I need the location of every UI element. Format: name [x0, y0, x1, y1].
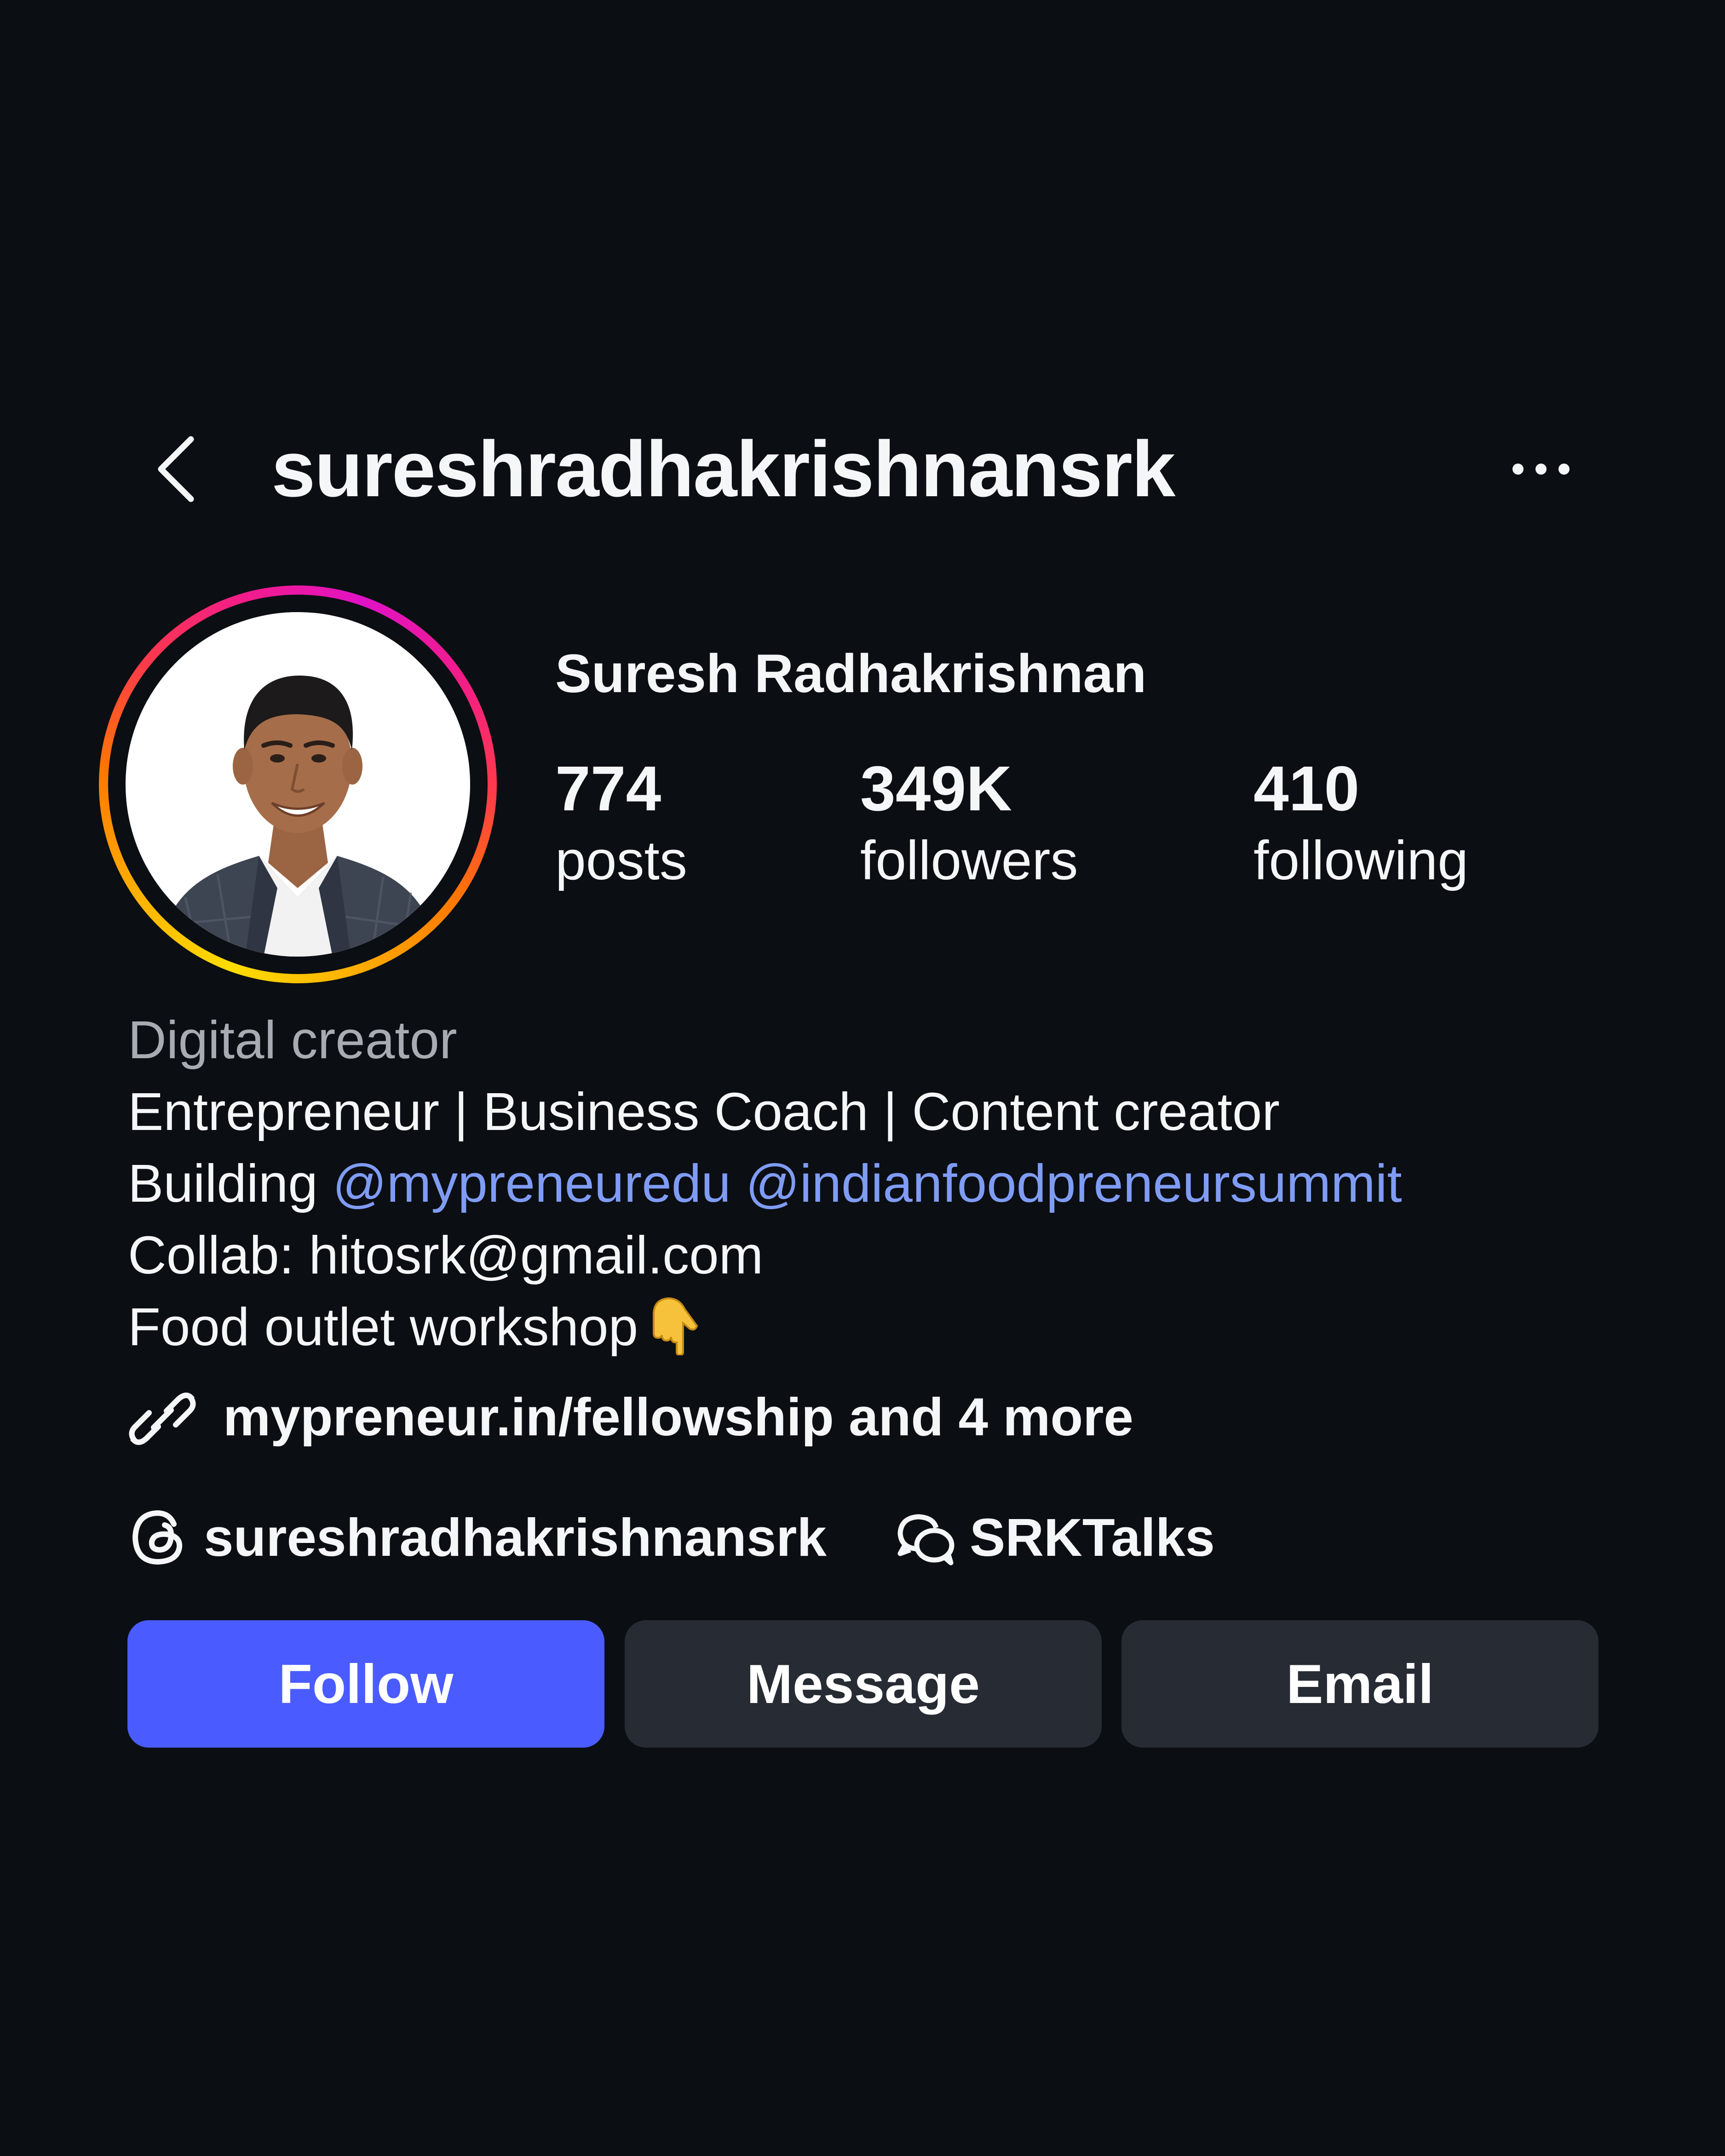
following-stat[interactable]: 410 following	[1254, 754, 1468, 895]
profile-category: Digital creator	[128, 1010, 457, 1070]
threads-icon	[130, 1508, 188, 1567]
follow-button[interactable]: Follow	[127, 1620, 604, 1748]
bio-line-3: Collab: hitosrk@gmail.com	[128, 1225, 764, 1285]
header-username: sureshradhakrishnansrk	[271, 425, 1176, 513]
profile-bio: Digital creator Entrepreneur | Business …	[128, 1004, 1600, 1363]
email-button[interactable]: Email	[1121, 1620, 1598, 1748]
posts-count: 774	[555, 753, 661, 824]
more-options-button[interactable]	[1504, 442, 1578, 497]
chevron-left-icon	[158, 436, 194, 502]
bio-workshop-text: Food outlet workshop	[128, 1297, 638, 1357]
bio-building-text: Building	[128, 1153, 318, 1213]
broadcast-channel-icon	[894, 1508, 958, 1567]
backhand-index-pointing-down-icon	[650, 1296, 701, 1357]
avatar	[126, 612, 470, 957]
profile-full-name: Suresh Radhakrishnan	[555, 643, 1147, 704]
avatar-story-ring[interactable]	[99, 585, 497, 983]
broadcast-channel-name: SRKTalks	[970, 1508, 1215, 1567]
followers-count: 349K	[860, 753, 1012, 824]
avatar-photo	[126, 612, 470, 957]
profile-screen: sureshradhakrishnansrk Suresh Radhakrish…	[0, 0, 1725, 2156]
more-horizontal-icon	[1512, 464, 1570, 475]
posts-stat[interactable]: 774 posts	[555, 754, 687, 895]
posts-label: posts	[555, 830, 687, 891]
followers-label: followers	[860, 830, 1078, 891]
message-button[interactable]: Message	[625, 1620, 1102, 1748]
link-text: mypreneur.in/fellowship and 4 more	[223, 1387, 1133, 1447]
bio-line-1: Entrepreneur | Business Coach | Content …	[128, 1082, 1280, 1141]
back-button[interactable]	[138, 428, 221, 510]
mention-link-indianfoodpreneursummit[interactable]: @indianfoodpreneursummit	[746, 1153, 1402, 1213]
link-icon	[128, 1384, 197, 1453]
threads-handle: sureshradhakrishnansrk	[204, 1508, 827, 1567]
mention-link-mypreneuredu[interactable]: @mypreneuredu	[333, 1153, 731, 1213]
followers-stat[interactable]: 349K followers	[860, 754, 1078, 895]
bio-line-2: Building @mypreneuredu @indianfoodpreneu…	[128, 1147, 1600, 1219]
profile-header: sureshradhakrishnansrk	[0, 414, 1725, 524]
following-count: 410	[1254, 753, 1360, 824]
bio-line-4: Food outlet workshop	[128, 1291, 1600, 1363]
following-label: following	[1254, 830, 1468, 891]
